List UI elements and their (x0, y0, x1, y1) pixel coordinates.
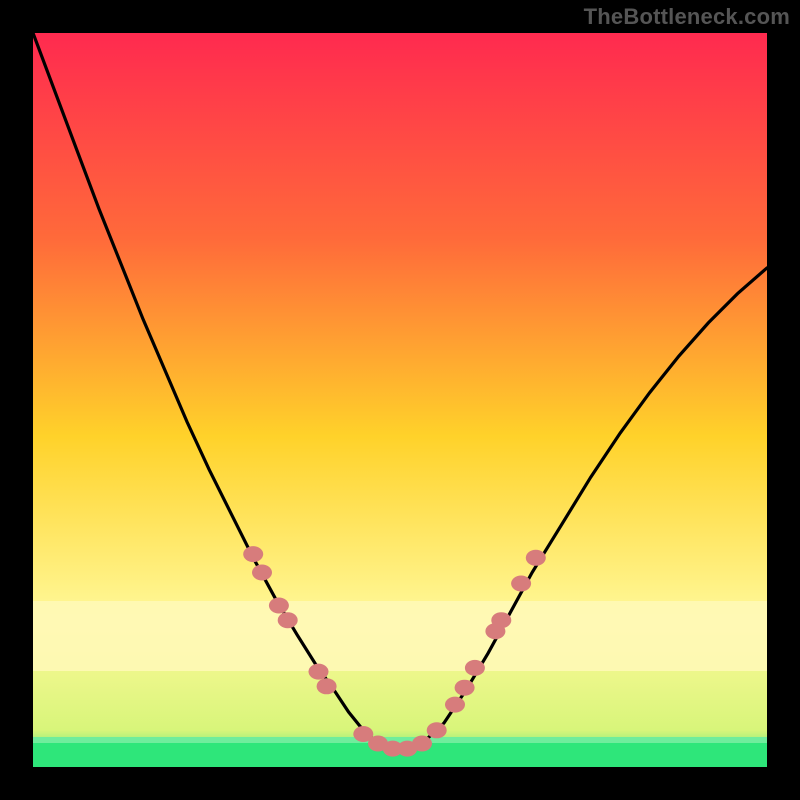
data-marker (317, 678, 337, 694)
plot-area (33, 33, 767, 767)
data-marker (252, 565, 272, 581)
data-marker (278, 612, 298, 628)
chart-svg (33, 33, 767, 767)
data-marker (243, 546, 263, 562)
data-marker (445, 697, 465, 713)
data-marker (526, 550, 546, 566)
data-marker (309, 664, 329, 680)
watermark-text: TheBottleneck.com (584, 4, 790, 30)
data-marker (269, 598, 289, 614)
data-marker (412, 736, 432, 752)
data-marker (465, 660, 485, 676)
chart-frame: TheBottleneck.com (0, 0, 800, 800)
data-marker (427, 722, 447, 738)
data-marker (491, 612, 511, 628)
pale-band (33, 601, 767, 671)
data-marker (511, 576, 531, 592)
green-band-light (33, 737, 767, 743)
data-marker (455, 680, 475, 696)
